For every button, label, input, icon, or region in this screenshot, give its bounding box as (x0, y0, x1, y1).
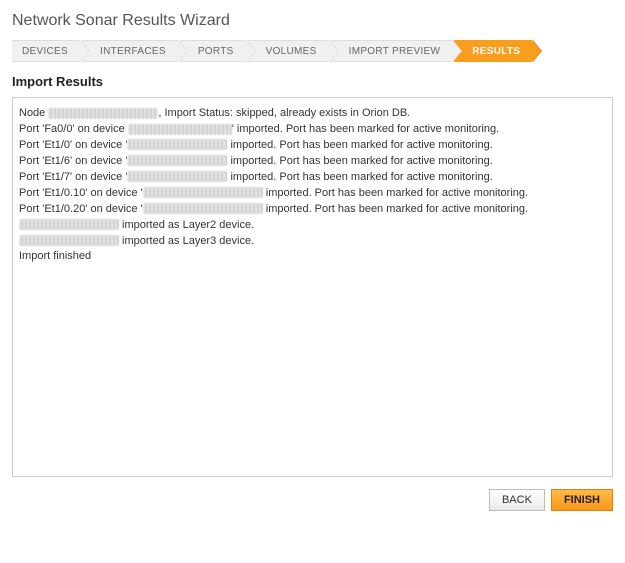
redacted-text (143, 203, 263, 214)
breadcrumb-step-ports[interactable]: PORTS (180, 40, 246, 62)
finish-button[interactable]: FINISH (551, 489, 613, 511)
log-line: Node , Import Status: skipped, already e… (19, 106, 606, 122)
redacted-text (19, 235, 119, 246)
breadcrumb-step-volumes[interactable]: VOLUMES (248, 40, 329, 62)
log-line: Port 'Et1/7' on device ' imported. Port … (19, 170, 606, 186)
section-title: Import Results (12, 74, 613, 89)
redacted-text (128, 124, 232, 135)
log-text: ' imported. Port has been marked for act… (232, 123, 499, 135)
log-text: imported. Port has been marked for activ… (227, 171, 492, 183)
log-text: , Import Status: skipped, already exists… (158, 107, 410, 119)
log-line: Port 'Fa0/0' on device ' imported. Port … (19, 122, 606, 138)
log-text: Port 'Fa0/0' on device (19, 123, 128, 135)
log-text: imported as Layer2 device. (119, 219, 254, 231)
log-line: Port 'Et1/6' on device ' imported. Port … (19, 154, 606, 170)
breadcrumb-step-interfaces[interactable]: INTERFACES (82, 40, 178, 62)
log-text: Port 'Et1/7' on device ' (19, 171, 127, 183)
log-text: imported. Port has been marked for activ… (263, 187, 528, 199)
log-line: imported as Layer3 device. (19, 234, 606, 250)
breadcrumb-step-results[interactable]: RESULTS (454, 40, 532, 62)
wizard-container: Network Sonar Results Wizard DEVICESINTE… (0, 0, 625, 523)
log-text: Port 'Et1/6' on device ' (19, 155, 127, 167)
redacted-text (127, 171, 227, 182)
wizard-buttons: BACK FINISH (12, 489, 613, 511)
redacted-text (143, 187, 263, 198)
log-text: imported as Layer3 device. (119, 235, 254, 247)
log-line: Port 'Et1/0.10' on device ' imported. Po… (19, 186, 606, 202)
back-button[interactable]: BACK (489, 489, 545, 511)
log-text: imported. Port has been marked for activ… (227, 139, 492, 151)
redacted-text (127, 155, 227, 166)
redacted-text (127, 139, 227, 150)
log-line: imported as Layer2 device. (19, 218, 606, 234)
log-line: Port 'Et1/0.20' on device ' imported. Po… (19, 202, 606, 218)
redacted-text (19, 219, 119, 230)
breadcrumb-step-devices[interactable]: DEVICES (12, 40, 80, 62)
log-text: Node (19, 107, 48, 119)
breadcrumb-step-import-preview[interactable]: IMPORT PREVIEW (331, 40, 453, 62)
log-text: imported. Port has been marked for activ… (263, 203, 528, 215)
log-text: Port 'Et1/0.20' on device ' (19, 203, 143, 215)
log-text: Port 'Et1/0.10' on device ' (19, 187, 143, 199)
log-text: Port 'Et1/0' on device ' (19, 139, 127, 151)
log-line: Port 'Et1/0' on device ' imported. Port … (19, 138, 606, 154)
wizard-title: Network Sonar Results Wizard (12, 12, 613, 30)
log-text: imported. Port has been marked for activ… (227, 155, 492, 167)
import-results-box: Node , Import Status: skipped, already e… (12, 97, 613, 477)
log-line: Import finished (19, 249, 606, 265)
log-text: Import finished (19, 250, 91, 262)
breadcrumb: DEVICESINTERFACESPORTSVOLUMESIMPORT PREV… (12, 40, 613, 62)
redacted-text (48, 108, 158, 119)
